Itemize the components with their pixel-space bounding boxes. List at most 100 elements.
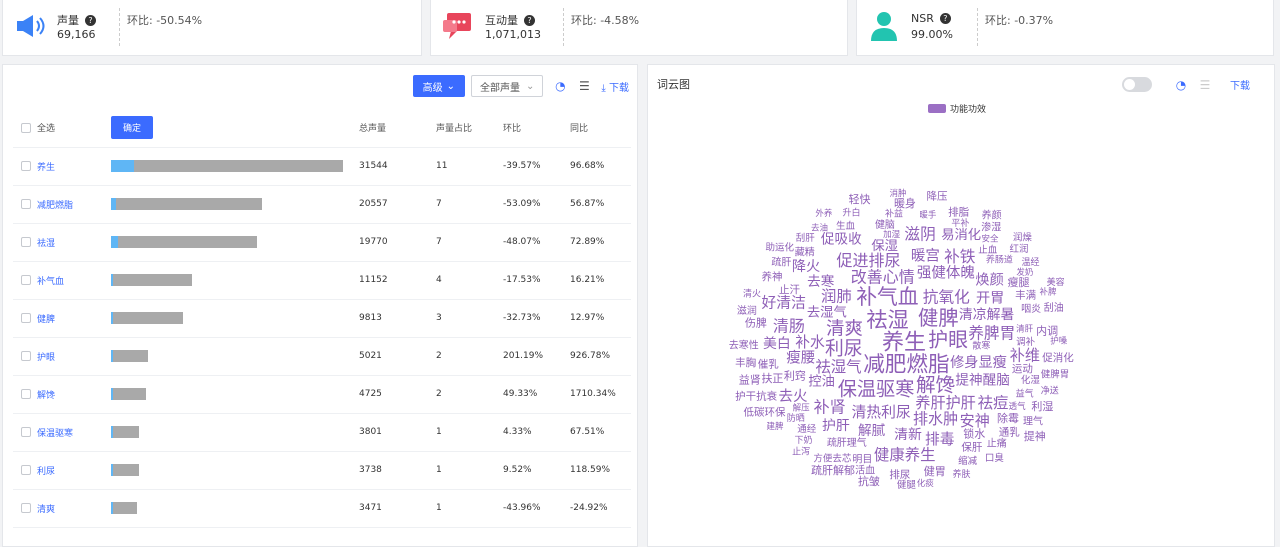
cloud-word[interactable]: 健腿 — [897, 479, 917, 491]
cloud-word[interactable]: 止痛 — [987, 436, 1007, 449]
cloud-word[interactable]: 补肾 — [814, 398, 846, 417]
cloud-word[interactable]: 调补 — [1016, 336, 1036, 348]
cloud-word[interactable]: 抗氧化 — [923, 287, 970, 306]
cloud-word[interactable]: 下奶 — [794, 434, 812, 446]
table-row[interactable]: 减肥燃脂 20557 7 -53.09% 56.87% — [13, 185, 631, 224]
cloud-word[interactable]: 补气血 — [856, 285, 918, 309]
cloud-word[interactable]: 易消化 — [941, 227, 981, 243]
cloud-word[interactable]: 化痰 — [917, 478, 935, 489]
cloud-word[interactable]: 运动 — [1012, 363, 1033, 375]
cloud-word[interactable]: 内调 — [1036, 324, 1058, 338]
row-checkbox[interactable] — [21, 274, 31, 285]
row-name[interactable]: 解馋 — [37, 391, 55, 401]
cloud-word[interactable]: 丰满 — [1015, 288, 1036, 301]
cloud-word[interactable]: 护肝 — [822, 418, 850, 434]
cloud-word[interactable]: 刮肝 — [796, 232, 816, 244]
cloud-word[interactable]: 健康养生 — [874, 446, 936, 464]
cloud-word[interactable]: 止泻 — [792, 445, 810, 457]
cloud-word[interactable]: 护干抗衰 — [735, 390, 777, 403]
cloud-word[interactable]: 防晒 — [787, 412, 805, 424]
select-all-checkbox[interactable] — [21, 122, 31, 133]
cloud-word[interactable]: 美容 — [1047, 276, 1065, 288]
cloud-word[interactable]: 止汗 — [779, 283, 800, 296]
confirm-button[interactable]: 确定 — [111, 116, 154, 140]
cloud-word[interactable]: 口臭 — [985, 452, 1005, 464]
cloud-word[interactable]: 缩减 — [958, 455, 978, 467]
cloud-word[interactable]: 降压 — [926, 189, 947, 202]
cloud-word[interactable]: 清凉解暑 — [959, 307, 1015, 323]
cloud-word[interactable]: 理气 — [1023, 414, 1043, 427]
cloud-word[interactable]: 改善心情 — [851, 268, 915, 287]
cloud-word[interactable]: 滋阴 — [904, 225, 935, 244]
table-row[interactable]: 解馋 4725 2 49.33% 1710.34% — [13, 375, 631, 414]
cloud-word[interactable]: 低碳环保 — [744, 405, 786, 418]
cloud-word[interactable]: 化湿 — [1021, 374, 1041, 386]
cloud-word[interactable]: 清火 — [743, 287, 761, 299]
row-checkbox[interactable] — [21, 198, 31, 209]
cloud-word[interactable]: 方便去芯 — [813, 453, 852, 465]
cloud-word[interactable]: 益肾 — [739, 372, 761, 386]
cloud-word[interactable]: 渗湿 — [981, 220, 1001, 233]
cloud-word[interactable]: 暖手 — [919, 210, 937, 221]
row-name[interactable]: 补气血 — [37, 277, 64, 287]
row-checkbox[interactable] — [21, 502, 31, 513]
cloud-word[interactable]: 清肠 — [773, 317, 805, 336]
cloud-word[interactable]: 除霉 — [997, 411, 1019, 425]
pie-chart-icon[interactable]: ◔ — [553, 79, 567, 93]
cloud-word[interactable]: 清热利尿 — [852, 404, 911, 421]
cloud-word[interactable]: 祛湿 — [866, 307, 908, 332]
cloud-word[interactable]: 红润 — [1009, 243, 1028, 255]
table-row[interactable]: 保温驱寒 3801 1 4.33% 67.51% — [13, 413, 631, 452]
advanced-button[interactable]: 高级 ⌄ — [412, 75, 465, 97]
row-checkbox[interactable] — [21, 464, 31, 475]
cloud-word[interactable]: 暖宫 — [911, 247, 940, 264]
wordcloud-toggle[interactable] — [1122, 77, 1152, 92]
table-row[interactable]: 补气血 11152 4 -17.53% 16.21% — [13, 261, 631, 300]
cloud-word[interactable]: 养神 — [762, 270, 783, 283]
cloud-word[interactable]: 清肝 — [1016, 324, 1034, 335]
row-checkbox[interactable] — [21, 236, 31, 247]
cloud-word[interactable]: 健脾胃 — [1041, 369, 1070, 381]
cloud-word[interactable]: 排水肿 — [913, 410, 958, 428]
cloud-word[interactable]: 益气 — [1016, 387, 1034, 399]
cloud-word[interactable]: 补水 — [795, 334, 825, 351]
cloud-word[interactable]: 升白 — [843, 206, 861, 218]
cloud-word[interactable]: 润燥 — [1013, 232, 1033, 244]
row-checkbox[interactable] — [21, 426, 31, 437]
cloud-word[interactable]: 修身显瘦 — [950, 354, 1007, 371]
cloud-word[interactable]: 提神醒脑 — [955, 373, 1009, 389]
list-view-icon[interactable]: ☰ — [1198, 78, 1212, 92]
cloud-word[interactable]: 健胃 — [924, 465, 946, 478]
table-row[interactable]: 祛湿 19770 7 -48.07% 72.89% — [13, 223, 631, 262]
cloud-word[interactable]: 发奶 — [1016, 267, 1033, 278]
cloud-word[interactable]: 扶正 — [761, 371, 783, 385]
cloud-word[interactable]: 祛痘 — [978, 394, 1009, 412]
cloud-word[interactable]: 去寒性 — [729, 339, 759, 352]
cloud-word[interactable]: 促消化 — [1042, 351, 1074, 364]
cloud-word[interactable]: 散寒 — [972, 339, 990, 351]
cloud-word[interactable]: 咽炎 — [1021, 303, 1041, 315]
row-checkbox[interactable] — [21, 388, 31, 399]
cloud-word[interactable]: 控油 — [808, 374, 835, 390]
cloud-word[interactable]: 轻快 — [849, 192, 871, 206]
cloud-word[interactable]: 通乳 — [999, 426, 1020, 439]
cloud-word[interactable]: 平补 — [951, 217, 969, 229]
cloud-word[interactable]: 温经 — [1021, 256, 1039, 268]
row-checkbox[interactable] — [21, 160, 31, 171]
cloud-word[interactable]: 净送 — [1041, 385, 1059, 397]
cloud-word[interactable]: 降火 — [792, 259, 820, 275]
cloud-word[interactable]: 安全 — [981, 233, 999, 244]
cloud-word[interactable]: 助运化 — [766, 242, 795, 254]
cloud-word[interactable]: 疏肝解郁 — [811, 463, 855, 477]
cloud-word[interactable]: 护眼 — [928, 327, 968, 351]
download-button[interactable]: 下载 — [1230, 77, 1250, 92]
cloud-word[interactable]: 提神 — [1024, 429, 1046, 443]
cloud-word[interactable]: 明目 — [852, 454, 872, 466]
cloud-word[interactable]: 伤脾 — [745, 316, 767, 330]
scope-select[interactable]: 全部声量 ⌄ — [471, 75, 544, 97]
cloud-word[interactable]: 锁水 — [963, 426, 985, 440]
row-checkbox[interactable] — [21, 312, 31, 323]
cloud-word[interactable]: 养肤 — [953, 468, 971, 480]
row-name[interactable]: 清爽 — [37, 505, 55, 515]
cloud-word[interactable]: 止血 — [978, 244, 998, 256]
